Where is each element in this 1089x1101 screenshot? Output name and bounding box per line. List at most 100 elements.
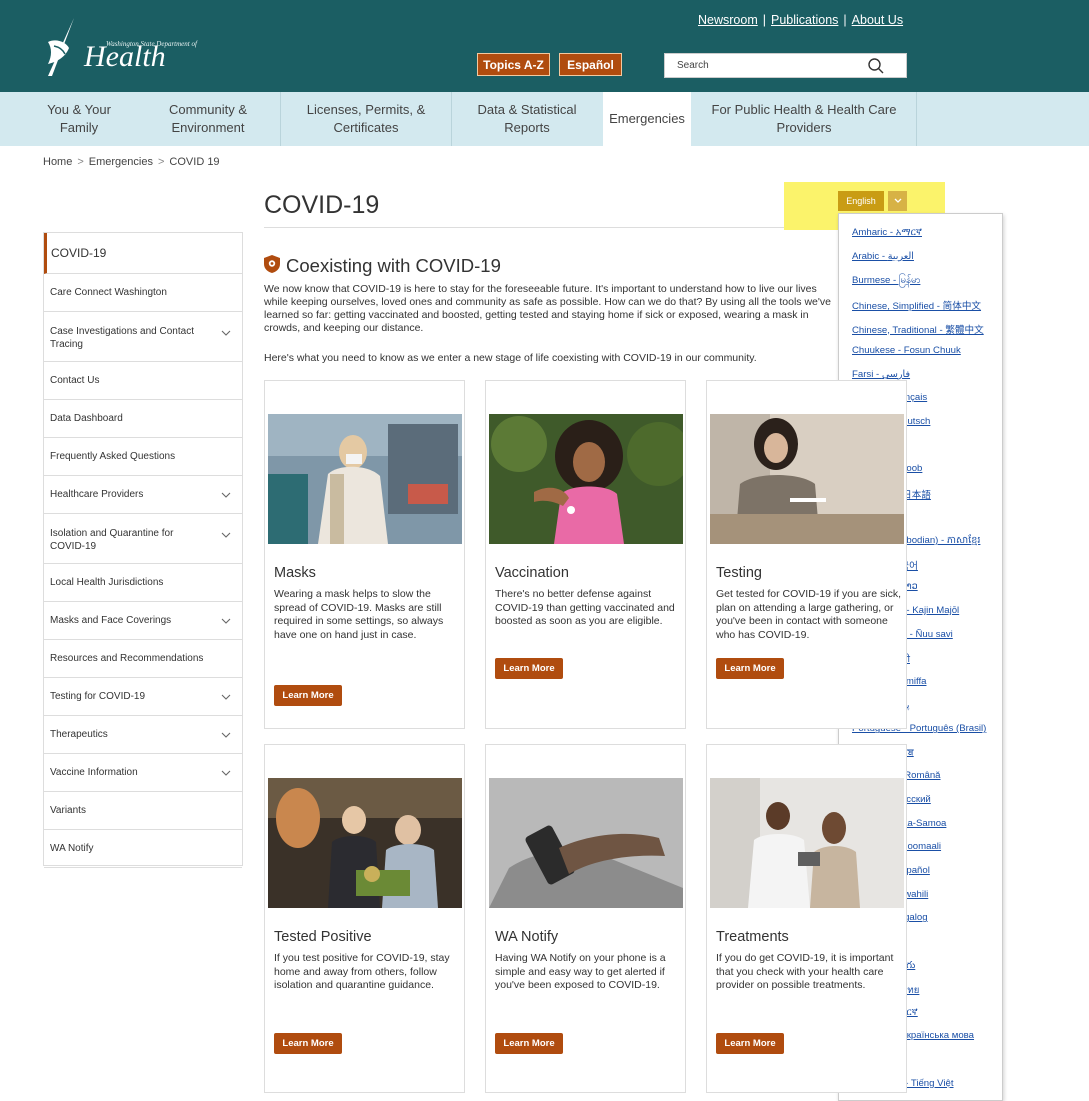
language-dropdown-toggle[interactable]	[888, 191, 907, 211]
sidebar-item[interactable]: Therapeutics	[44, 716, 242, 754]
topics-az-button[interactable]: Topics A-Z	[477, 53, 550, 76]
breadcrumb-emergencies[interactable]: Emergencies	[89, 156, 153, 168]
nav-community-environment[interactable]: Community & Environment	[152, 92, 264, 146]
sidebar-item[interactable]: Isolation and Quarantine for COVID-19	[44, 514, 242, 564]
nav-divider	[916, 92, 917, 146]
chevron-down-icon[interactable]	[221, 692, 231, 702]
newsroom-link[interactable]: Newsroom	[698, 13, 758, 27]
tested-positive-photo	[268, 778, 462, 908]
nav-data-statistical-reports[interactable]: Data & Statistical Reports	[452, 92, 602, 146]
logo-health-text: Health	[84, 40, 166, 73]
card-title: Treatments	[716, 929, 789, 945]
card-description: Having WA Notify on your phone is a simp…	[495, 952, 666, 992]
sidebar-item-label: Frequently Asked Questions	[50, 451, 176, 462]
masks-photo	[268, 414, 462, 544]
language-option[interactable]: Chinese, Traditional - 繁體中文	[852, 322, 984, 336]
site-header: Washington State Department of Health Ne…	[0, 0, 1089, 92]
utility-links: Newsroom | Publications | About Us	[698, 13, 904, 27]
nav-public-health-providers[interactable]: For Public Health & Health Care Providers	[692, 92, 916, 146]
sidebar-item-label: Case Investigations and Contact Tracing	[50, 326, 194, 350]
learn-more-button[interactable]: Learn More	[495, 1033, 563, 1054]
vaccination-photo	[489, 414, 683, 544]
learn-more-button[interactable]: Learn More	[716, 658, 784, 679]
chevron-down-icon	[894, 198, 901, 203]
sidebar-item[interactable]: Local Health Jurisdictions	[44, 564, 242, 602]
chevron-down-icon[interactable]	[221, 730, 231, 740]
card-title: WA Notify	[495, 929, 559, 945]
card-title: Tested Positive	[274, 929, 372, 945]
sidebar-item-label: Contact Us	[50, 375, 100, 386]
sidebar-nav: COVID-19 Care Connect Washington Case Inve…	[43, 232, 243, 868]
sidebar-item[interactable]: Care Connect Washington	[44, 274, 242, 312]
learn-more-button[interactable]: Learn More	[716, 1033, 784, 1054]
sidebar-item[interactable]: Masks and Face Coverings	[44, 602, 242, 640]
sidebar-item[interactable]: Data Dashboard	[44, 400, 242, 438]
sidebar-item[interactable]: Vaccine Information	[44, 754, 242, 792]
sidebar-item[interactable]: Frequently Asked Questions	[44, 438, 242, 476]
title-divider	[264, 227, 832, 228]
sidebar-item[interactable]: Testing for COVID-19	[44, 678, 242, 716]
card-description: If you do get COVID-19, it is important …	[716, 952, 894, 992]
about-us-link[interactable]: About Us	[852, 13, 903, 27]
section-title: Coexisting with COVID-19	[286, 255, 501, 276]
card-title: Vaccination	[495, 565, 569, 581]
language-option[interactable]: Amharic - አማርኛ	[852, 227, 922, 238]
learn-more-button[interactable]: Learn More	[495, 658, 563, 679]
learn-more-button[interactable]: Learn More	[274, 1033, 342, 1054]
espanol-button[interactable]: Español	[559, 53, 622, 76]
breadcrumb: Home > Emergencies > COVID 19	[43, 156, 220, 168]
card-description: There's no better defense against COVID-…	[495, 588, 675, 628]
chevron-down-icon[interactable]	[221, 328, 231, 338]
publications-link[interactable]: Publications	[771, 13, 838, 27]
sidebar-item[interactable]: COVID-19	[44, 233, 242, 274]
card-tested-positive: Tested Positive If you test positive for…	[264, 744, 465, 1093]
sidebar-item[interactable]: Healthcare Providers	[44, 476, 242, 514]
nav-you-your-family[interactable]: You & Your Family	[24, 92, 134, 146]
treatments-photo	[710, 778, 904, 908]
sidebar-item-label: Therapeutics	[50, 729, 108, 740]
leaf-logo-icon	[48, 18, 74, 76]
language-option[interactable]: Chinese, Simplified - 简体中文	[852, 298, 981, 312]
card-vaccination: Vaccination There's no better defense ag…	[485, 380, 686, 729]
card-description: Wearing a mask helps to slow the spread …	[274, 588, 444, 641]
breadcrumb-home[interactable]: Home	[43, 156, 72, 168]
main-nav: You & Your Family Community & Environment …	[0, 92, 1089, 146]
sidebar-item-label: Variants	[50, 805, 86, 816]
sidebar-item-label: COVID-19	[51, 246, 107, 260]
sidebar-item[interactable]: Variants	[44, 792, 242, 830]
card-treatments: Treatments If you do get COVID-19, it is…	[706, 744, 907, 1093]
card-masks: Masks Wearing a mask helps to slow the s…	[264, 380, 465, 729]
sidebar-item-label: Testing for COVID-19	[50, 691, 146, 702]
language-option[interactable]: Arabic - العربية	[852, 251, 914, 262]
testing-photo	[710, 414, 904, 544]
sidebar-item-label: Vaccine Information	[50, 767, 138, 778]
card-testing: Testing Get tested for COVID-19 if you a…	[706, 380, 907, 729]
search-icon[interactable]	[866, 56, 886, 76]
sidebar-item-label: Local Health Jurisdictions	[50, 577, 164, 588]
sidebar-item-label: Isolation and Quarantine for COVID-19	[50, 528, 174, 552]
nav-emergencies[interactable]: Emergencies	[603, 92, 691, 146]
language-option[interactable]: Farsi - فارسی	[852, 369, 910, 380]
chevron-down-icon[interactable]	[221, 768, 231, 778]
card-description: If you test positive for COVID-19, stay …	[274, 952, 450, 992]
breadcrumb-current: COVID 19	[169, 156, 220, 168]
language-option[interactable]: Burmese - မြန်မာ	[852, 274, 920, 288]
wa-notify-photo	[489, 778, 683, 908]
sidebar-item[interactable]: WA Notify	[44, 830, 242, 868]
doh-logo[interactable]: Washington State Department of Health	[44, 12, 244, 77]
page-title: COVID-19	[264, 191, 380, 219]
chevron-down-icon[interactable]	[221, 530, 231, 540]
learn-more-button[interactable]: Learn More	[274, 685, 342, 706]
sidebar-item-label: Healthcare Providers	[50, 489, 144, 500]
sidebar-item[interactable]: Case Investigations and Contact Tracing	[44, 312, 242, 362]
sidebar-item[interactable]: Contact Us	[44, 362, 242, 400]
language-option[interactable]: Chuukese - Fosun Chuuk	[852, 345, 961, 356]
nav-licenses-permits[interactable]: Licenses, Permits, & Certificates	[281, 92, 451, 146]
shield-icon	[264, 255, 280, 273]
chevron-down-icon[interactable]	[221, 490, 231, 500]
card-title: Testing	[716, 565, 762, 581]
sidebar-item-label: Resources and Recommendations	[50, 653, 204, 664]
language-select-button[interactable]: English	[838, 191, 884, 211]
chevron-down-icon[interactable]	[221, 616, 231, 626]
sidebar-item[interactable]: Resources and Recommendations	[44, 640, 242, 678]
